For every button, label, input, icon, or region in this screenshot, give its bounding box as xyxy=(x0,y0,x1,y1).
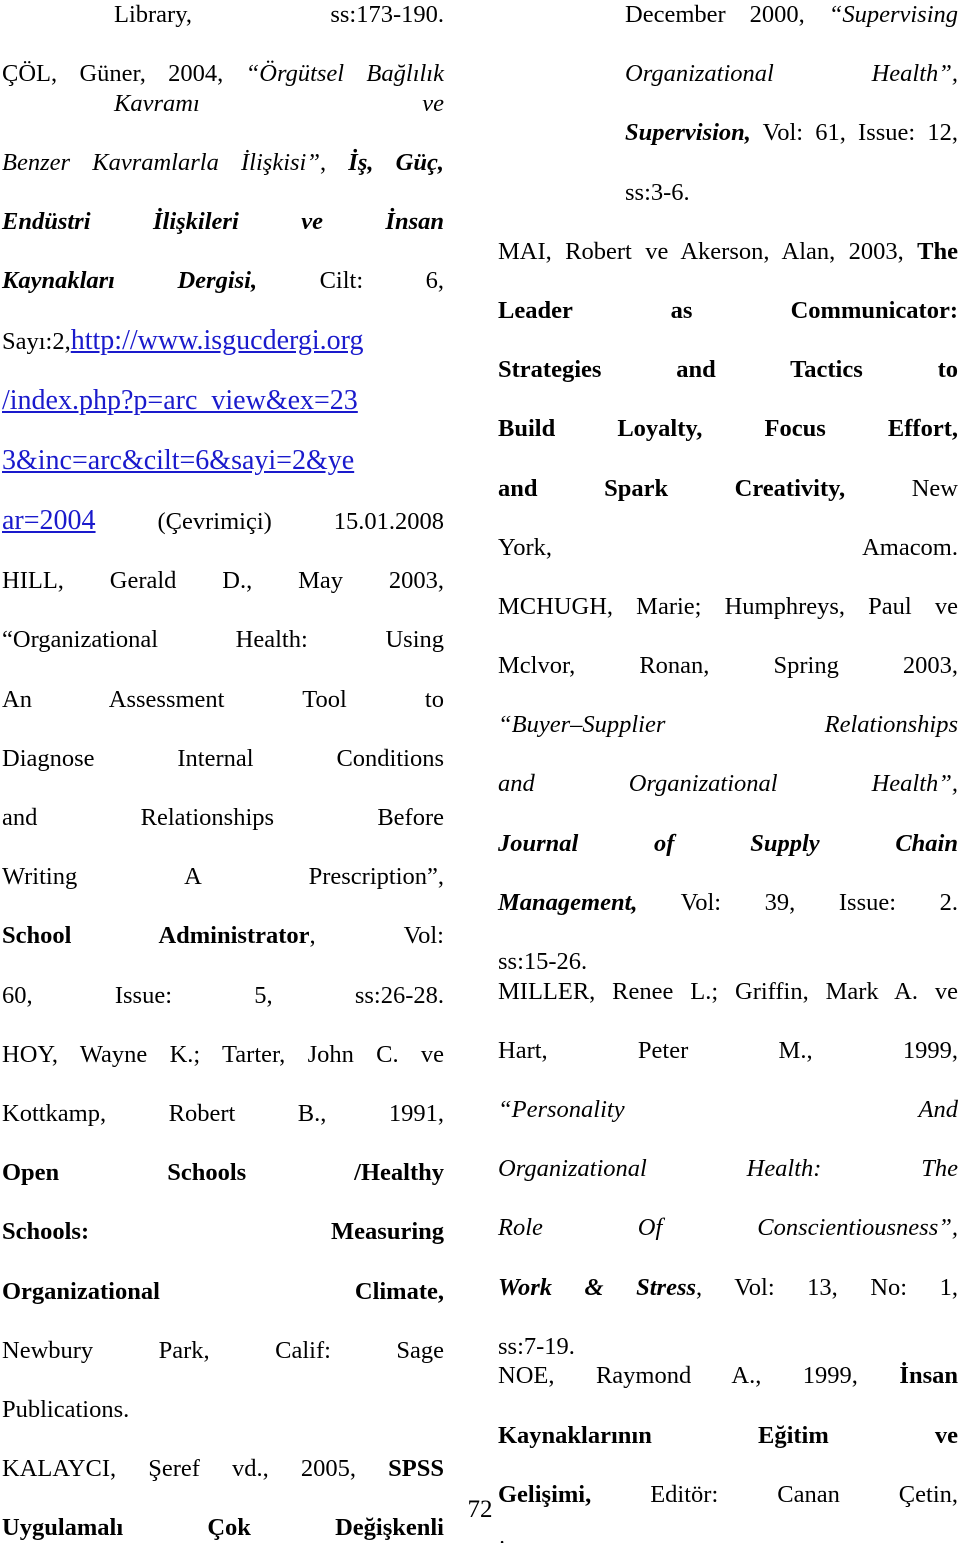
ref-source-cont: Endüstri İlişkileri ve İnsan xyxy=(2,208,444,236)
ref-pages: ss:7-19. xyxy=(498,1332,575,1360)
ref-source-cont2: Kaynakları Dergisi, xyxy=(2,267,258,295)
ref-author: MCHUGH, Marie; Humphreys, Paul ve xyxy=(498,592,958,620)
ref-author: HILL, Gerald D., May 2003, xyxy=(2,567,444,595)
ref-title: SPSS xyxy=(388,1455,444,1483)
ref-title-cont2: Organizational Climate, xyxy=(2,1277,444,1305)
reference-entry-col-guner: ÇÖL, Güner, 2004, “Örgütsel Bağlılık Kav… xyxy=(2,59,444,566)
ref-source: School Administrator xyxy=(2,922,310,950)
ref-pages: ss:3-6. xyxy=(625,178,690,206)
ref-title-cont3: and Relationships Before xyxy=(2,804,444,832)
ref-title-cont: Benzer Kavramlarla İlişkisi” xyxy=(2,148,320,176)
ref-source-cont: Management, xyxy=(498,888,638,916)
ref-title-cont2: Strategies and Tactics to xyxy=(498,356,958,384)
left-column: Library, ss:173-190. ÇÖL, Güner, 2004, “… xyxy=(0,0,480,1543)
right-column: December 2000, “Supervising Organization… xyxy=(480,0,960,1543)
ref-title: “Buyer–Supplier Relationships xyxy=(498,711,958,739)
reference-entry-mchugh-marie: MCHUGH, Marie; Humphreys, Paul ve Mclvor… xyxy=(498,592,958,977)
ref-title: Open Schools /Healthy xyxy=(2,1159,444,1187)
ref-title: “Personality And xyxy=(498,1095,958,1123)
ref-source: Work & Stress xyxy=(498,1273,697,1301)
ref-title: “Supervising xyxy=(828,1,958,28)
ref-author: ÇÖL, Güner, 2004, xyxy=(2,60,246,88)
ref-publisher-cont: Publications. xyxy=(2,1395,130,1423)
ref-pages: 60, Issue: 5, ss:26-28. xyxy=(2,981,444,1009)
ref-title-cont: Kaynaklarının Eğitim ve xyxy=(498,1421,958,1449)
ref-author: MAI, Robert ve Akerson, Alan, 2003, xyxy=(498,237,918,265)
ref-source: İş, Güç, xyxy=(348,148,445,176)
ref-title-cont4: and Spark Creativity, xyxy=(498,474,846,502)
ref-volume: Vol: 39, Issue: 2. xyxy=(637,888,958,916)
ref-issue: Sayı:2, xyxy=(2,327,71,355)
ref-title-cont: Organizational Health: The xyxy=(498,1155,958,1183)
ref-access-note: (Çevrimiçi) 15.01.2008 xyxy=(95,508,445,536)
bibliography-page: Library, ss:173-190. ÇÖL, Güner, 2004, “… xyxy=(0,0,960,1543)
ref-pages: ss:15-26. xyxy=(498,948,588,975)
ref-volume: , Vol: xyxy=(309,922,444,950)
ref-author-cont: Hart, Peter M., 1999, xyxy=(498,1036,958,1064)
ref-volume: Vol: 61, Issue: 12, xyxy=(750,119,958,147)
reference-url-link[interactable]: http://www.isgucdergi.org xyxy=(71,325,364,356)
ref-title: “Organizational Health: Using xyxy=(2,626,444,654)
ref-punct: , xyxy=(319,148,349,176)
ref-author-cont: Mclvor, Ronan, Spring 2003, xyxy=(498,652,958,680)
reference-url-link-cont2[interactable]: 3&inc=arc&cilt=6&sayi=2&ye xyxy=(2,445,354,476)
ref-title-cont2: Diagnose Internal Conditions xyxy=(2,744,444,772)
ref-volume: , Vol: 13, No: 1, xyxy=(696,1273,958,1301)
ref-source: Journal of Supply Chain xyxy=(498,829,958,857)
ref-title-cont: Leader as Communicator: xyxy=(498,296,958,324)
ref-publisher: York, Amacom. xyxy=(498,533,958,561)
ref-author-cont: Kottkamp, Robert B., 1991, xyxy=(2,1099,444,1127)
ref-title-cont: and Organizational Health”, xyxy=(498,770,958,798)
ref-publisher: Newbury Park, Calif: Sage xyxy=(2,1336,444,1364)
ref-title: The xyxy=(917,237,958,265)
reference-entry-lyden-julie-continued: December 2000, “Supervising Organization… xyxy=(498,0,958,237)
reference-entry-hill-gerald: HILL, Gerald D., May 2003, “Organization… xyxy=(2,566,444,1040)
ref-author: KALAYCI, Şeref vd., 2005, xyxy=(2,1455,389,1483)
reference-entry-continuation: Library, ss:173-190. xyxy=(2,0,444,59)
ref-title-cont: Schools: Measuring xyxy=(2,1218,444,1246)
ref-author: NOE, Raymond A., 1999, xyxy=(498,1362,900,1390)
ref-line: Library, ss:173-190. xyxy=(114,1,444,28)
ref-author: HOY, Wayne K.; Tarter, John C. ve xyxy=(2,1040,444,1068)
reference-entry-miller-renee: MILLER, Renee L.; Griffin, Mark A. ve Ha… xyxy=(498,977,958,1362)
reference-entry-mai-robert: MAI, Robert ve Akerson, Alan, 2003, The … xyxy=(498,237,958,592)
ref-title-cont: Organizational Health”, xyxy=(625,60,958,88)
ref-date: December 2000, xyxy=(625,1,829,28)
reference-url-link-cont3[interactable]: ar=2004 xyxy=(2,505,96,536)
ref-source: Supervision, xyxy=(625,119,751,147)
reference-url-link-cont[interactable]: /index.php?p=arc_view&ex=23 xyxy=(2,385,358,416)
ref-volume: Cilt: 6, xyxy=(319,267,444,295)
ref-title-cont3: Build Loyalty, Focus Effort, xyxy=(498,415,958,443)
two-column-layout: Library, ss:173-190. ÇÖL, Güner, 2004, “… xyxy=(0,0,960,1543)
ref-place: New xyxy=(845,474,958,502)
ref-title: İnsan xyxy=(899,1362,958,1390)
page-number: 72 xyxy=(467,1496,493,1523)
ref-title-cont: An Assessment Tool to xyxy=(2,685,444,713)
ref-title-cont2: Role Of Conscientiousness”, xyxy=(498,1214,958,1242)
reference-entry-hoy-wayne: HOY, Wayne K.; Tarter, John C. ve Kottka… xyxy=(2,1040,444,1454)
ref-title-cont4: Writing A Prescription”, xyxy=(2,863,444,891)
ref-author: MILLER, Renee L.; Griffin, Mark A. ve xyxy=(498,977,958,1005)
